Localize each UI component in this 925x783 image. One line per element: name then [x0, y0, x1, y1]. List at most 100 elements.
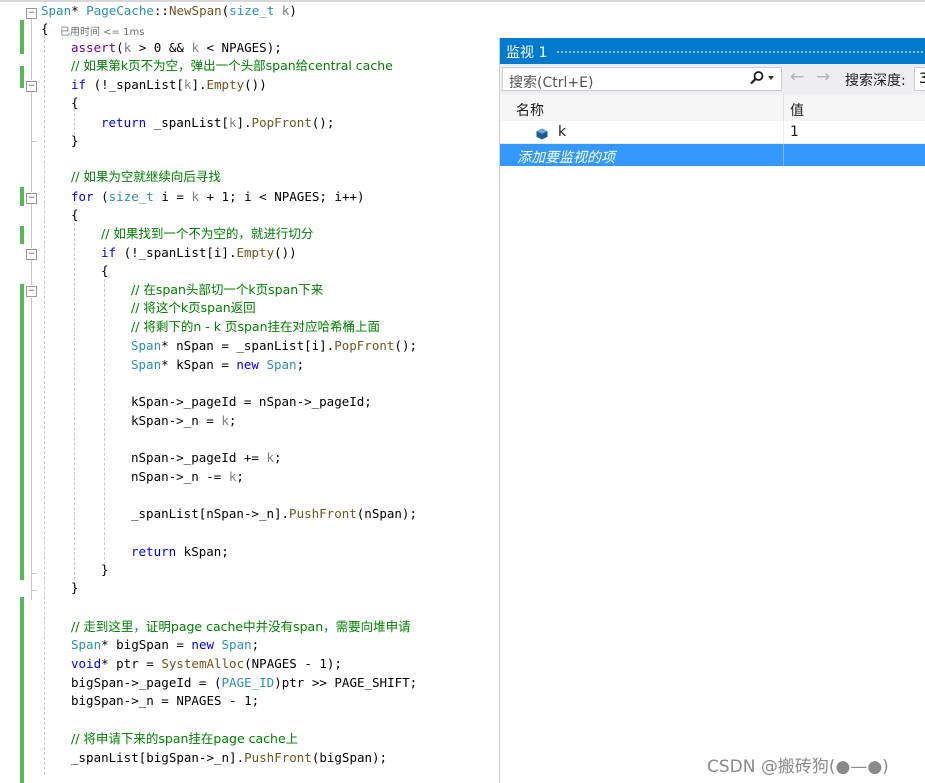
- code-token: (!_spanList[i].: [116, 245, 237, 260]
- code-token: assert: [71, 40, 117, 55]
- code-line[interactable]: {: [101, 262, 109, 280]
- code-line[interactable]: // 将申请下来的span挂在page cache上: [71, 730, 298, 748]
- code-line[interactable]: nSpan->_pageId += k;: [131, 449, 282, 467]
- code-token: {: [101, 263, 109, 278]
- code-line[interactable]: {: [71, 94, 79, 112]
- code-token: Span: [221, 637, 252, 652]
- code-line[interactable]: {: [71, 206, 79, 224]
- row-separator: [783, 144, 784, 166]
- code-line[interactable]: }: [71, 579, 79, 597]
- code-token: ;: [236, 469, 244, 484]
- code-token: )ptr >> PAGE_SHIFT;: [274, 675, 418, 690]
- code-token: PushFront: [289, 506, 357, 521]
- search-options-dropdown[interactable]: [768, 76, 774, 80]
- search-icon[interactable]: [749, 70, 765, 90]
- code-token: ].: [236, 115, 252, 130]
- code-token: NewSpan: [168, 3, 222, 18]
- code-line[interactable]: if (!_spanList[i].Empty()): [101, 244, 297, 262]
- changed-line-marker: [20, 187, 24, 206]
- code-line[interactable]: // 将这个k页span返回: [131, 299, 256, 317]
- code-token: size_t: [108, 189, 154, 204]
- search-depth-select[interactable]: 3: [914, 67, 925, 91]
- code-line[interactable]: bigSpan->_pageId = (PAGE_ID)ptr >> PAGE_…: [71, 674, 417, 692]
- add-watch-row[interactable]: 添加要监视的项: [500, 144, 925, 166]
- code-token: (: [116, 40, 124, 55]
- code-line[interactable]: void* ptr = SystemAlloc(NPAGES - 1);: [71, 655, 342, 673]
- code-line[interactable]: _spanList[bigSpan->_n].PushFront(bigSpan…: [71, 749, 387, 767]
- code-token: nSpan->_pageId +=: [131, 450, 267, 465]
- fold-toggle-icon[interactable]: −: [26, 81, 37, 92]
- code-line[interactable]: nSpan->_n -= k;: [131, 468, 244, 486]
- local-variable-icon: [536, 125, 548, 140]
- code-line[interactable]: Span* bigSpan = new Span;: [71, 636, 259, 654]
- add-watch-placeholder[interactable]: 添加要监视的项: [517, 147, 615, 167]
- code-token: ()): [274, 245, 297, 260]
- search-forward-arrow-icon[interactable]: →: [816, 67, 830, 87]
- code-token: }: [101, 562, 109, 577]
- changed-line-marker: [20, 597, 24, 783]
- code-line[interactable]: }: [71, 132, 79, 150]
- code-token: Empty: [206, 77, 245, 92]
- code-token: > 0 &&: [131, 40, 192, 55]
- code-token: if: [101, 245, 117, 260]
- code-line[interactable]: _spanList[nSpan->_n].PushFront(nSpan);: [131, 505, 417, 523]
- code-line[interactable]: kSpan->_pageId = nSpan->_pageId;: [131, 393, 372, 411]
- code-token: ;: [251, 637, 260, 652]
- code-token: if: [71, 77, 87, 92]
- code-token: _spanList[: [146, 115, 229, 130]
- code-token: return: [101, 115, 147, 130]
- code-token: * nSpan = _spanList[i].: [161, 338, 335, 353]
- code-line[interactable]: for (size_t i = k + 1; i < NPAGES; i++): [71, 188, 365, 206]
- code-token: PushFront: [244, 750, 312, 765]
- code-token: size_t: [229, 3, 275, 18]
- code-token: // 如果找到一个不为空的，就进行切分: [101, 226, 314, 241]
- code-line[interactable]: assert(k > 0 && k < NPAGES);: [71, 39, 282, 57]
- search-input[interactable]: 搜索(Ctrl+E): [502, 67, 782, 91]
- code-line[interactable]: return _spanList[k].PopFront();: [101, 114, 334, 132]
- code-line[interactable]: Span* nSpan = _spanList[i].PopFront();: [131, 337, 417, 355]
- fold-toggle-icon[interactable]: −: [26, 8, 37, 19]
- code-line[interactable]: kSpan->_n = k;: [131, 412, 236, 430]
- column-value-header[interactable]: 值: [790, 100, 804, 120]
- code-line[interactable]: return kSpan;: [131, 543, 229, 561]
- code-token: < NPAGES);: [198, 40, 282, 55]
- search-back-arrow-icon[interactable]: ←: [790, 67, 804, 87]
- watch-row[interactable]: k 1: [500, 121, 925, 144]
- code-token: ();: [394, 338, 417, 353]
- title-grip[interactable]: [556, 50, 925, 54]
- watch-window[interactable]: 监视 1 搜索(Ctrl+E) ← → 搜索深度: 3 名称 值 k 1 添加要…: [499, 38, 925, 783]
- column-separator[interactable]: [783, 94, 784, 121]
- code-token: return: [131, 544, 177, 559]
- code-token: * ptr =: [101, 656, 162, 671]
- code-token: Span: [71, 637, 102, 652]
- fold-toggle-icon[interactable]: −: [26, 286, 37, 297]
- code-token: ].: [191, 77, 207, 92]
- code-line[interactable]: bigSpan->_n = NPAGES - 1;: [71, 692, 259, 710]
- codelens-timing[interactable]: 已用时间 <= 1ms: [60, 23, 144, 38]
- fold-toggle-icon[interactable]: −: [26, 193, 37, 204]
- code-line[interactable]: // 如果找到一个不为空的，就进行切分: [101, 225, 313, 243]
- changed-line-marker: [20, 226, 24, 244]
- code-line[interactable]: Span* kSpan = new Span;: [131, 356, 304, 374]
- code-token: // 将剩下的n - k 页span挂在对应哈希桶上面: [131, 319, 381, 334]
- code-line[interactable]: // 在span头部切一个k页span下来: [131, 281, 323, 299]
- watch-title-bar[interactable]: 监视 1: [500, 38, 925, 64]
- code-token: PAGE_ID: [221, 675, 275, 690]
- code-token: k: [266, 450, 274, 465]
- code-line[interactable]: // 如果第k页不为空，弹出一个头部span给central cache: [71, 57, 393, 75]
- fold-line: [31, 19, 32, 80]
- code-line[interactable]: // 将剩下的n - k 页span挂在对应哈希桶上面: [131, 318, 380, 336]
- code-line[interactable]: {: [41, 20, 49, 38]
- code-token: * kSpan =: [161, 357, 237, 372]
- code-line[interactable]: // 走到这里，证明page cache中并没有span，需要向堆申请: [71, 618, 411, 636]
- code-line[interactable]: // 如果为空就继续向后寻找: [71, 168, 221, 186]
- code-line[interactable]: Span* PageCache::NewSpan(size_t k): [41, 2, 297, 20]
- watch-row-value[interactable]: 1: [790, 124, 799, 140]
- code-token: void: [71, 656, 102, 671]
- code-line[interactable]: }: [101, 561, 109, 579]
- fold-toggle-icon[interactable]: −: [26, 249, 37, 260]
- code-line[interactable]: if (!_spanList[k].Empty()): [71, 76, 267, 94]
- column-name-header[interactable]: 名称: [516, 100, 544, 120]
